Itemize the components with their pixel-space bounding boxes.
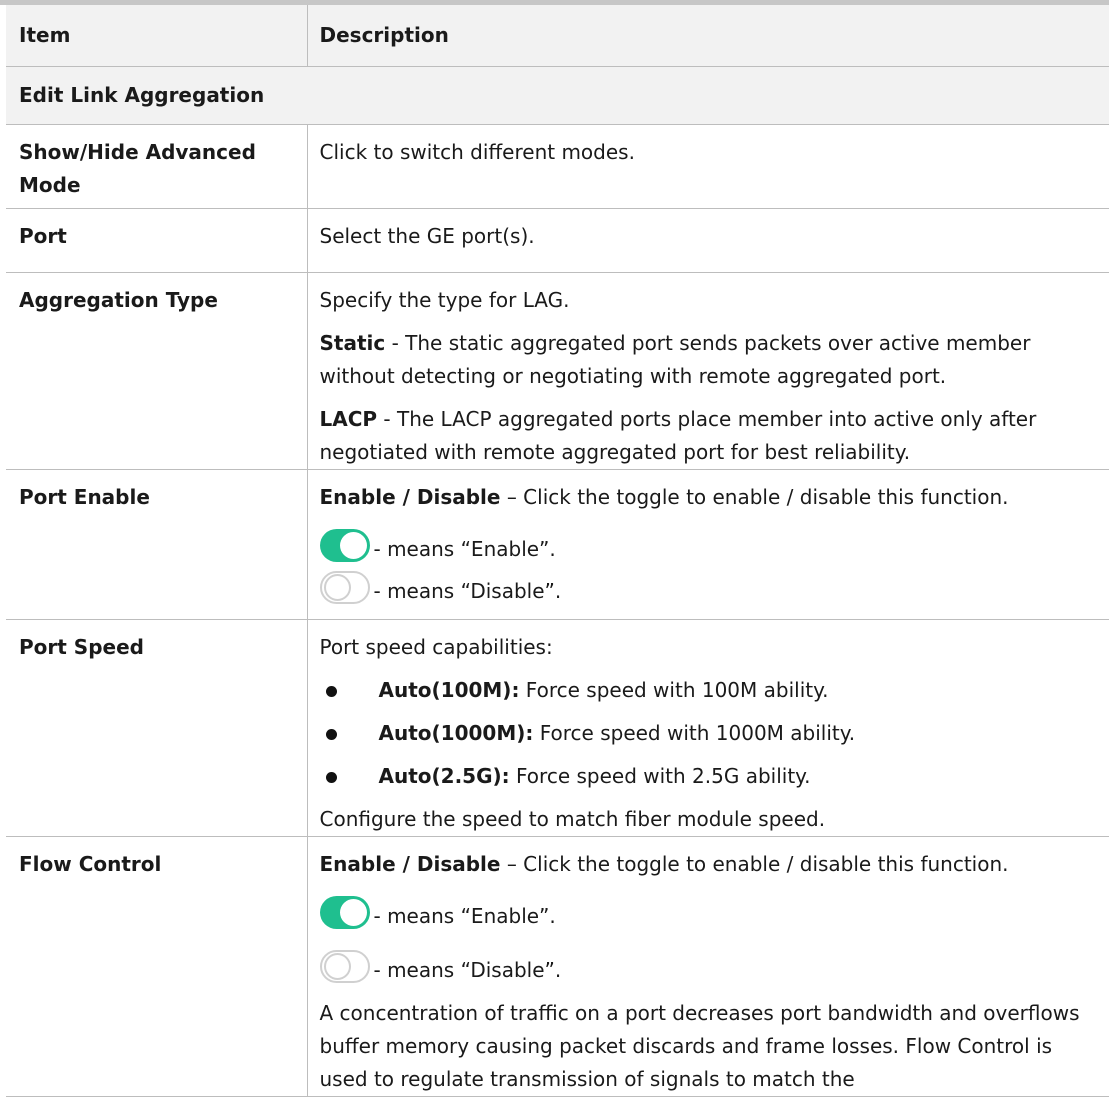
section-title: Edit Link Aggregation (6, 66, 1109, 125)
aggregation-intro: Specify the type for LAG. (319, 288, 570, 312)
toggle-on-caption: - means “Enable”. (373, 537, 556, 561)
bullet-label: Auto(2.5G): (378, 764, 510, 788)
lacp-label: LACP (319, 407, 378, 431)
port-enable-intro: Enable / Disable – Click the toggle to e… (320, 481, 1106, 514)
row-description: Enable / Disable – Click the toggle to e… (307, 836, 1109, 1097)
row-item-label: Aggregation Type (6, 272, 308, 470)
row-description: Select the GE port(s). (307, 208, 1109, 273)
flow-control-label: Enable / Disable (319, 852, 501, 876)
table-row: Flow Control Enable / Disable – Click th… (6, 836, 1109, 1097)
bullet-icon (320, 674, 379, 707)
toggle-off-caption: - means “Disable”. (373, 579, 562, 603)
header-item: Item (6, 5, 308, 67)
toggle-off-icon (319, 950, 370, 983)
row-description: Specify the type for LAG. Static - The s… (307, 272, 1109, 470)
table-row: Show/Hide Advanced Mode Click to switch … (6, 124, 1109, 209)
table-row: Aggregation Type Specify the type for LA… (6, 272, 1109, 470)
bullet-text: Force speed with 100M ability. (519, 678, 829, 702)
table-row: Port Speed Port speed capabilities: Auto… (6, 619, 1109, 837)
aggregation-static: Static - The static aggregated port send… (320, 327, 1106, 393)
port-speed-intro: Port speed capabilities: (319, 635, 553, 659)
flow-control-text: – Click the toggle to enable / disable t… (500, 852, 1009, 876)
toggle-off-caption: - means “Disable”. (373, 958, 562, 982)
row-description: Port speed capabilities: Auto(100M): For… (307, 619, 1109, 837)
table-row: Port Select the GE port(s). (6, 208, 1109, 273)
section-row: Edit Link Aggregation (6, 66, 1109, 125)
table-row: Port Enable Enable / Disable – Click the… (6, 469, 1109, 620)
toggle-on-example: - means “Enable”. (319, 883, 1106, 929)
port-speed-outro: Configure the speed to match fiber modul… (319, 807, 826, 831)
bullet-label: Auto(100M): (378, 678, 520, 702)
port-enable-label: Enable / Disable (319, 485, 501, 509)
row-item-label: Flow Control (6, 836, 308, 1097)
header-description: Description (307, 5, 1109, 67)
toggle-off-icon (319, 571, 370, 604)
flow-control-paragraph: A concentration of traffic on a port dec… (319, 1001, 1080, 1091)
bullet-label: Auto(1000M): (378, 721, 534, 745)
row-item-label: Port Enable (6, 469, 308, 620)
static-label: Static (319, 331, 386, 355)
port-enable-text: – Click the toggle to enable / disable t… (500, 485, 1009, 509)
flow-control-intro: Enable / Disable – Click the toggle to e… (320, 848, 1106, 881)
bullet-text: Force speed with 1000M ability. (533, 721, 856, 745)
table-header-row: Item Description (6, 5, 1109, 67)
row-item-label: Port (6, 208, 308, 273)
aggregation-lacp: LACP - The LACP aggregated ports place m… (320, 403, 1106, 469)
row-item-label: Show/Hide Advanced Mode (6, 124, 308, 209)
bullet-text: Force speed with 2.5G ability. (509, 764, 811, 788)
speed-list: Auto(100M): Force speed with 100M abilit… (320, 674, 1106, 793)
list-item: Auto(1000M): Force speed with 1000M abil… (320, 717, 1106, 750)
description-table: Item Description Edit Link Aggregation S… (6, 5, 1109, 1097)
list-item: Auto(2.5G): Force speed with 2.5G abilit… (320, 760, 1106, 793)
row-description: Enable / Disable – Click the toggle to e… (307, 469, 1109, 620)
list-item: Auto(100M): Force speed with 100M abilit… (320, 674, 1106, 707)
bullet-icon (320, 760, 379, 793)
bullet-icon (320, 717, 379, 750)
lacp-text: - The LACP aggregated ports place member… (319, 407, 1037, 464)
toggle-off-example: - means “Disable”. (319, 931, 1106, 983)
toggle-on-example: - means “Enable”. (319, 516, 1106, 562)
toggle-on-icon (319, 896, 370, 929)
toggle-on-icon (319, 529, 370, 562)
row-description: Click to switch different modes. (307, 124, 1109, 209)
static-text: - The static aggregated port sends packe… (319, 331, 1031, 388)
toggle-on-caption: - means “Enable”. (373, 904, 556, 928)
toggle-off-example: - means “Disable”. (319, 564, 1106, 604)
row-item-label: Port Speed (6, 619, 308, 837)
